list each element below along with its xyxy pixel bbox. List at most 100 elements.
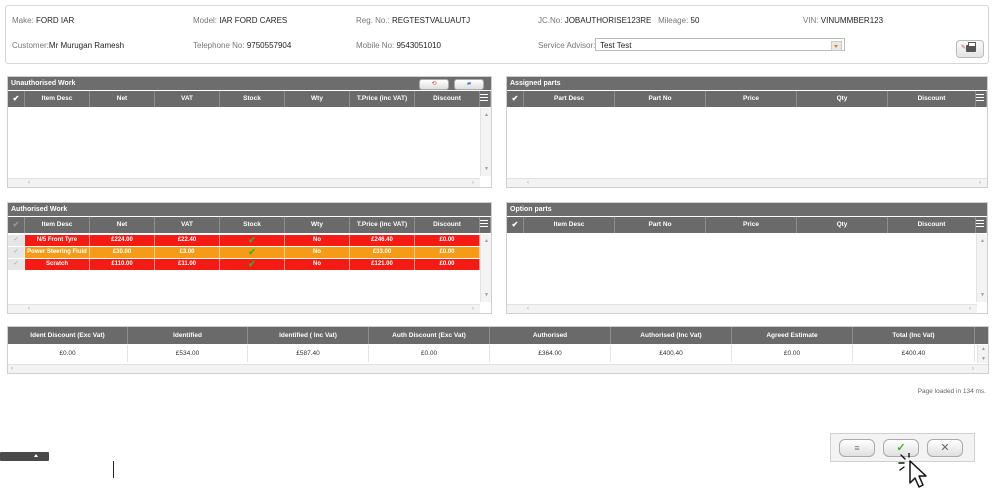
mileage-value: 50 (690, 16, 700, 25)
column-header[interactable]: Net (90, 91, 155, 107)
chevron-down-icon[interactable] (831, 41, 842, 51)
column-header[interactable]: VAT (155, 91, 220, 107)
discount-cell: £0.00 (415, 259, 480, 270)
column-header[interactable]: Item Desc (25, 91, 90, 107)
row-checkbox[interactable]: ✔ (8, 235, 25, 246)
make-field: Make: FORD IAR (12, 16, 75, 25)
column-header[interactable]: Discount (888, 217, 976, 233)
reg-value: REGTESTVALUAUTJ (392, 16, 471, 25)
column-menu-button[interactable] (976, 91, 987, 107)
vertical-scrollbar[interactable]: ▲ ▼ (976, 234, 987, 302)
column-menu-button[interactable] (976, 217, 987, 233)
column-header: Ident Discount (Exc Vat) (8, 327, 128, 344)
column-header[interactable]: Stock (220, 91, 285, 107)
column-header[interactable]: Discount (415, 91, 480, 107)
close-icon: ✕ (940, 442, 950, 454)
column-header[interactable]: Price (706, 91, 797, 107)
horizontal-scrollbar[interactable]: ‹ › (8, 304, 480, 313)
column-header[interactable]: T.Price (inc VAT) (350, 217, 415, 233)
summary-cell: £0.00 (8, 345, 128, 362)
checkmark-icon: ✔ (248, 247, 256, 257)
column-header[interactable]: Net (90, 217, 155, 233)
horizontal-scrollbar[interactable]: ‹ › (8, 178, 480, 187)
list-button[interactable]: ≡ (839, 439, 875, 457)
summary-cell: £587.40 (248, 345, 369, 362)
column-header[interactable]: Discount (888, 91, 976, 107)
select-all-checkbox[interactable]: ✔ (507, 91, 524, 107)
advisor-label: Service Advisor: (538, 41, 596, 50)
authorise-button[interactable]: ⟲ (419, 79, 449, 90)
horizontal-scrollbar[interactable]: ‹ › (8, 364, 988, 373)
page-load-status: Page loaded in 134 ms. (917, 388, 986, 395)
column-header[interactable]: Wty (285, 91, 350, 107)
column-header[interactable]: Item Desc (25, 217, 90, 233)
summary-cell: £364.00 (490, 345, 611, 362)
summary-cell: £0.00 (369, 345, 490, 362)
mobile-field: Mobile No: 9543051010 (356, 41, 441, 50)
comment-icon: ▰ (466, 81, 472, 87)
chat-button[interactable]: ▰ (454, 79, 484, 90)
hand-pointer-icon (898, 453, 927, 488)
assigned-table-header: ✔ Part Desc Part No Price Qty Discount (507, 91, 987, 107)
table-row[interactable]: ✔ N/5 Front Tyre £224.00 £22.40 ✔ No £24… (8, 235, 480, 246)
vin-field: VIN: VINUMMBER123 (803, 16, 884, 25)
column-header[interactable]: Qty (797, 217, 888, 233)
table-row[interactable]: ✔ Scratch £110.00 £11.00 ✔ No £121.00 £0… (8, 259, 480, 270)
summary-header-row: Ident Discount (Exc Vat) Identified Iden… (8, 327, 988, 344)
service-advisor-value: Test Test (600, 41, 632, 50)
vat-cell: £22.40 (155, 235, 220, 246)
vertical-scrollbar[interactable]: ▲ ▼ (977, 345, 988, 363)
summary-table: Ident Discount (Exc Vat) Identified Iden… (7, 326, 989, 374)
select-all-checkbox[interactable]: ✔ (507, 217, 524, 233)
telephone-value: 9750557904 (246, 41, 292, 50)
price-cell: £33.00 (350, 247, 415, 258)
wty-cell: No (285, 247, 350, 258)
footer-toggle-bar[interactable] (0, 452, 49, 461)
jc-field: JC.No: JOBAUTHORISE123RE Mileage: 50 (538, 16, 700, 25)
column-header[interactable]: Part Desc (524, 91, 615, 107)
vehicle-info-panel: Make: FORD IAR Model: IAR FORD CARES Reg… (5, 5, 989, 64)
checkmark-icon: ✔ (248, 259, 256, 269)
summary-cell: £400.40 (611, 345, 732, 362)
select-all-checkbox[interactable]: ✔ (8, 91, 25, 107)
vertical-scrollbar[interactable]: ▲ ▼ (480, 234, 491, 302)
column-header[interactable]: Qty (797, 91, 888, 107)
menu-icon (480, 220, 488, 228)
make-value: FORD IAR (36, 16, 75, 25)
jc-value: JOBAUTHORISE123RE (564, 16, 652, 25)
column-header: Auth Discount (Exc Vat) (369, 327, 490, 344)
column-header[interactable]: Discount (415, 217, 480, 233)
wty-cell: No (285, 235, 350, 246)
column-header[interactable]: Stock (220, 217, 285, 233)
column-header: Authorised (Inc Vat) (611, 327, 732, 344)
horizontal-scrollbar[interactable]: ‹ › (507, 304, 977, 313)
column-menu-button[interactable] (480, 91, 491, 107)
table-row[interactable]: ✔ Power Steering Fluid £30.00 £3.00 ✔ No… (8, 247, 480, 258)
option-parts-title: Option parts (507, 203, 987, 216)
column-header[interactable]: Wty (285, 217, 350, 233)
wty-cell: No (285, 259, 350, 270)
column-header[interactable]: Price (706, 217, 797, 233)
row-checkbox[interactable]: ✔ (8, 247, 25, 258)
column-menu-button[interactable] (480, 217, 491, 233)
column-header[interactable]: Item Desc (524, 217, 615, 233)
print-button[interactable]: ✎ (956, 40, 984, 58)
vertical-scrollbar[interactable]: ▲ ▼ (480, 108, 491, 176)
select-all-checkbox[interactable]: ✔ (8, 217, 25, 233)
service-advisor-select[interactable]: Test Test (595, 38, 845, 51)
item-desc-cell: N/5 Front Tyre (25, 235, 90, 246)
row-checkbox[interactable]: ✔ (8, 259, 25, 270)
column-header[interactable]: Part No (615, 217, 706, 233)
column-header[interactable]: T.Price (inc VAT) (350, 91, 415, 107)
horizontal-scrollbar[interactable]: ‹ › (507, 178, 987, 187)
column-header[interactable]: Part No (615, 91, 706, 107)
price-cell: £246.40 (350, 235, 415, 246)
discount-cell: £0.00 (415, 247, 480, 258)
column-header: Identified ( Inc Vat) (248, 327, 369, 344)
column-header[interactable]: VAT (155, 217, 220, 233)
menu-icon (480, 94, 488, 102)
authorise-icon: ⟲ (431, 81, 437, 87)
model-field: Model: IAR FORD CARES (193, 16, 288, 25)
telephone-field: Telephone No: 9750557904 (193, 41, 292, 50)
net-cell: £110.00 (90, 259, 155, 270)
